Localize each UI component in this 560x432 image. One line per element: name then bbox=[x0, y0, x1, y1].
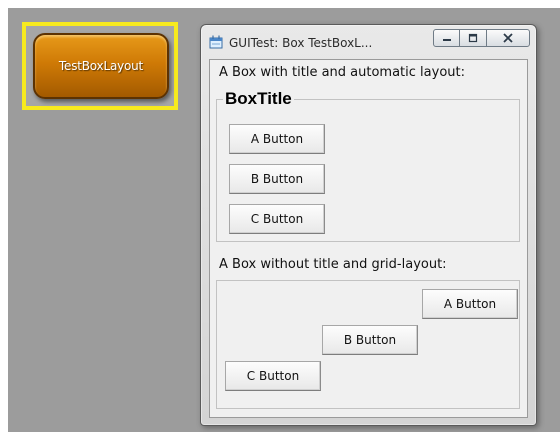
test-box-layout-button[interactable]: TestBoxLayout bbox=[33, 33, 169, 99]
box-title: BoxTitle bbox=[223, 89, 294, 109]
maximize-icon bbox=[468, 33, 478, 43]
window-title: GUITest: Box TestBoxL... bbox=[229, 36, 373, 50]
window-titlebar[interactable]: GUITest: Box TestBoxL... bbox=[201, 25, 536, 59]
close-icon bbox=[503, 33, 513, 43]
grid-box-group: A Button B Button C Button bbox=[216, 280, 520, 409]
test-box-layout-button-label: TestBoxLayout bbox=[58, 59, 144, 73]
window-client-area: A Box with title and automatic layout: B… bbox=[209, 59, 528, 418]
box2-c-button[interactable]: C Button bbox=[225, 361, 321, 391]
box2-a-button[interactable]: A Button bbox=[422, 289, 518, 319]
gui-test-window: GUITest: Box TestBoxL... A Box with titl… bbox=[200, 24, 537, 426]
box1-b-button[interactable]: B Button bbox=[229, 164, 325, 194]
box1-a-button[interactable]: A Button bbox=[229, 124, 325, 154]
minimize-icon bbox=[442, 39, 451, 41]
minimize-button[interactable] bbox=[433, 29, 460, 47]
maximize-button[interactable] bbox=[460, 29, 486, 47]
box1-c-button[interactable]: C Button bbox=[229, 204, 325, 234]
titled-box-group: BoxTitle A Button B Button C Button bbox=[216, 89, 520, 242]
app-icon bbox=[209, 35, 223, 49]
section1-label: A Box with title and automatic layout: bbox=[219, 65, 465, 80]
close-button[interactable] bbox=[486, 29, 530, 47]
caption-buttons bbox=[433, 29, 530, 49]
section2-label: A Box without title and grid-layout: bbox=[219, 257, 447, 272]
box2-b-button[interactable]: B Button bbox=[322, 325, 418, 355]
